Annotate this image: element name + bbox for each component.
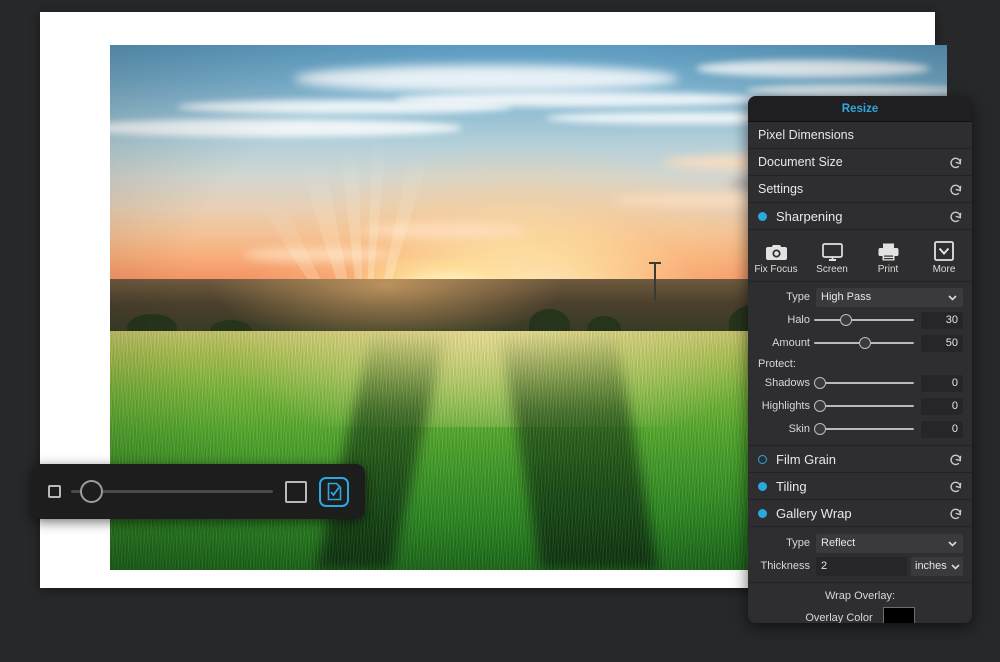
shadows-slider[interactable] bbox=[814, 376, 914, 390]
overlay-color-swatch[interactable] bbox=[883, 607, 915, 623]
gallery-wrap-type-select[interactable]: Reflect bbox=[816, 534, 963, 553]
slider-knob[interactable] bbox=[80, 480, 103, 503]
section-label: Document Size bbox=[758, 155, 949, 169]
reset-icon[interactable] bbox=[949, 155, 963, 169]
thickness-input[interactable]: 2 bbox=[816, 557, 907, 576]
skin-slider[interactable] bbox=[814, 422, 914, 436]
utility-pole-icon bbox=[654, 262, 656, 300]
section-label: Tiling bbox=[776, 479, 949, 494]
section-film-grain[interactable]: Film Grain bbox=[748, 446, 972, 473]
wrap-overlay-label: Wrap Overlay: bbox=[748, 590, 972, 602]
selected-value: inches bbox=[915, 560, 947, 572]
section-settings[interactable]: Settings bbox=[748, 176, 972, 203]
floating-toolbar[interactable] bbox=[32, 464, 365, 519]
protect-label: Protect: bbox=[758, 358, 972, 370]
overlay-color-label: Overlay Color bbox=[805, 612, 872, 624]
reset-icon[interactable] bbox=[949, 506, 963, 520]
tool-label: More bbox=[933, 264, 956, 275]
thickness-label: Thickness bbox=[758, 560, 810, 572]
selected-value: High Pass bbox=[821, 291, 947, 303]
section-tiling[interactable]: Tiling bbox=[748, 473, 972, 500]
reset-icon[interactable] bbox=[949, 452, 963, 466]
gallery-wrap-type-row[interactable]: Type Reflect bbox=[758, 533, 963, 553]
resize-panel[interactable]: Resize Pixel Dimensions Document Size Se… bbox=[748, 96, 972, 623]
section-pixel-dimensions[interactable]: Pixel Dimensions bbox=[748, 122, 972, 149]
tool-label: Screen bbox=[816, 264, 848, 275]
small-square-icon[interactable] bbox=[48, 485, 61, 498]
tool-more[interactable]: More bbox=[916, 233, 972, 281]
sharpening-type-select[interactable]: High Pass bbox=[816, 288, 963, 307]
overlay-color-row[interactable]: Overlay Color bbox=[748, 607, 972, 623]
tool-label: Fix Focus bbox=[754, 264, 797, 275]
slider-track bbox=[814, 405, 914, 407]
amount-slider-row[interactable]: Amount 50 bbox=[758, 333, 963, 353]
enabled-dot-icon[interactable] bbox=[758, 455, 767, 464]
camera-icon bbox=[766, 240, 787, 261]
type-label: Type bbox=[758, 537, 810, 549]
enabled-dot-icon[interactable] bbox=[758, 212, 767, 221]
reset-icon[interactable] bbox=[949, 479, 963, 493]
tool-screen[interactable]: Screen bbox=[804, 233, 860, 281]
printer-icon bbox=[878, 240, 899, 261]
selected-value: Reflect bbox=[821, 537, 947, 549]
type-label: Type bbox=[758, 291, 810, 303]
section-label: Settings bbox=[758, 182, 949, 196]
slider-knob[interactable] bbox=[814, 423, 826, 435]
panel-title: Resize bbox=[748, 96, 972, 122]
section-label: Pixel Dimensions bbox=[758, 128, 963, 142]
tool-print[interactable]: Print bbox=[860, 233, 916, 281]
shadows-value[interactable]: 0 bbox=[921, 375, 963, 392]
skin-value[interactable]: 0 bbox=[921, 421, 963, 438]
chevron-down-icon bbox=[947, 292, 958, 303]
section-document-size[interactable]: Document Size bbox=[748, 149, 972, 176]
slider-knob[interactable] bbox=[814, 377, 826, 389]
tool-fix-focus[interactable]: Fix Focus bbox=[748, 233, 804, 281]
slider-track bbox=[814, 428, 914, 430]
halo-value[interactable]: 30 bbox=[921, 312, 963, 329]
chevron-down-icon bbox=[950, 561, 961, 572]
thickness-units-select[interactable]: inches bbox=[911, 557, 963, 576]
panel-body: Pixel Dimensions Document Size Settings bbox=[748, 122, 972, 623]
slider-track bbox=[814, 319, 914, 321]
large-square-icon[interactable] bbox=[285, 481, 307, 503]
amount-slider[interactable] bbox=[814, 336, 914, 350]
skin-slider-row[interactable]: Skin 0 bbox=[758, 419, 963, 439]
compare-slider[interactable] bbox=[71, 482, 273, 502]
chevron-down-box-icon bbox=[934, 240, 954, 261]
reset-icon[interactable] bbox=[949, 209, 963, 223]
app-root: Resize Pixel Dimensions Document Size Se… bbox=[0, 0, 1000, 662]
section-label: Film Grain bbox=[776, 452, 949, 467]
amount-label: Amount bbox=[758, 337, 810, 349]
highlights-slider-row[interactable]: Highlights 0 bbox=[758, 396, 963, 416]
thickness-row[interactable]: Thickness 2 inches bbox=[758, 556, 963, 576]
document-check-icon[interactable] bbox=[319, 477, 349, 507]
skin-label: Skin bbox=[758, 423, 810, 435]
slider-knob[interactable] bbox=[859, 337, 871, 349]
shadows-label: Shadows bbox=[758, 377, 810, 389]
chevron-down-icon bbox=[947, 538, 958, 549]
section-gallery-wrap[interactable]: Gallery Wrap bbox=[748, 500, 972, 527]
halo-label: Halo bbox=[758, 314, 810, 326]
slider-knob[interactable] bbox=[814, 400, 826, 412]
monitor-icon bbox=[822, 240, 843, 261]
highlights-label: Highlights bbox=[758, 400, 810, 412]
sharpening-type-row[interactable]: Type High Pass bbox=[758, 287, 963, 307]
halo-slider[interactable] bbox=[814, 313, 914, 327]
sharpening-tool-row: Fix Focus Screen bbox=[748, 230, 972, 282]
tool-label: Print bbox=[878, 264, 899, 275]
shadows-slider-row[interactable]: Shadows 0 bbox=[758, 373, 963, 393]
divider bbox=[748, 582, 972, 583]
highlights-slider[interactable] bbox=[814, 399, 914, 413]
slider-track bbox=[814, 382, 914, 384]
halo-slider-row[interactable]: Halo 30 bbox=[758, 310, 963, 330]
section-sharpening[interactable]: Sharpening bbox=[748, 203, 972, 230]
section-label: Sharpening bbox=[776, 209, 949, 224]
slider-knob[interactable] bbox=[840, 314, 852, 326]
enabled-dot-icon[interactable] bbox=[758, 482, 767, 491]
enabled-dot-icon[interactable] bbox=[758, 509, 767, 518]
reset-icon[interactable] bbox=[949, 182, 963, 196]
amount-value[interactable]: 50 bbox=[921, 335, 963, 352]
highlights-value[interactable]: 0 bbox=[921, 398, 963, 415]
section-label: Gallery Wrap bbox=[776, 506, 949, 521]
